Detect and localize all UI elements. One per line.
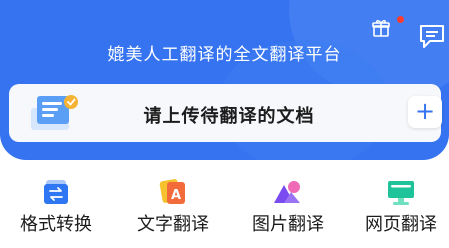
translation-home: 媲美人工翻译的全文翻译平台 请上传待翻译的文档 + 格式转换 A 文字翻译 图片… bbox=[0, 0, 449, 248]
tool-text-translate[interactable]: A 文字翻译 bbox=[117, 176, 229, 246]
tool-format-convert[interactable]: 格式转换 bbox=[0, 176, 112, 246]
tool-label: 网页翻译 bbox=[365, 214, 437, 235]
tool-image-translate[interactable]: 图片翻译 bbox=[232, 176, 344, 246]
tool-label: 格式转换 bbox=[20, 214, 92, 235]
web-translate-icon bbox=[388, 181, 414, 205]
text-translate-icon: A bbox=[159, 179, 185, 204]
notification-dot bbox=[397, 16, 404, 23]
gift-icon[interactable] bbox=[371, 18, 391, 38]
tool-label: 文字翻译 bbox=[137, 214, 209, 235]
svg-text:A: A bbox=[171, 188, 181, 203]
upload-prompt: 请上传待翻译的文档 bbox=[143, 106, 315, 127]
upload-document-card[interactable]: 请上传待翻译的文档 + bbox=[9, 84, 442, 142]
tool-label: 图片翻译 bbox=[252, 214, 324, 235]
format-convert-icon bbox=[44, 180, 68, 204]
page-title: 媲美人工翻译的全文翻译平台 bbox=[107, 45, 342, 65]
tool-web-translate[interactable]: 网页翻译 bbox=[345, 176, 449, 246]
image-translate-icon bbox=[274, 181, 300, 203]
add-document-button[interactable]: + bbox=[408, 96, 442, 128]
